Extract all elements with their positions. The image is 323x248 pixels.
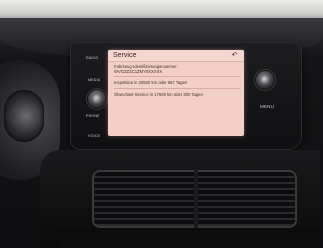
oil-change-service-text: Ölwechsel-Service in 17600 km oder 300 T… <box>114 91 203 97</box>
media-button[interactable]: MEDIA <box>88 78 100 82</box>
page-title: Service <box>113 51 137 59</box>
left-air-vent <box>4 90 44 142</box>
tune-knob-icon[interactable] <box>256 71 274 89</box>
vin-value: WVGZZZC1ZMY0XXXXX <box>114 69 163 75</box>
divider <box>114 76 240 78</box>
voice-button[interactable]: VOICE <box>88 134 100 138</box>
display-screen: Service ↶ Fahrzeug-Identifizierungsnumme… <box>108 50 244 136</box>
screen-header: Service ↶ <box>108 50 244 62</box>
service-info: Fahrzeug-Identifizierungsnummer: WVGZZZC… <box>114 64 240 97</box>
vent-divider <box>194 170 198 228</box>
back-arrow-icon[interactable]: ↶ <box>230 51 239 60</box>
volume-knob-icon[interactable] <box>88 90 106 108</box>
menu-button[interactable]: MENU <box>260 104 274 109</box>
center-console <box>60 228 320 248</box>
car-dashboard-photo: RADIO MEDIA PHONE VOICE MENU Service ↶ F… <box>0 0 323 248</box>
inspection-service-text: Inspektion in 29500 km oder 667 Tagen <box>114 80 188 86</box>
divider <box>114 87 240 89</box>
phone-button[interactable]: PHONE <box>86 114 100 118</box>
radio-button[interactable]: RADIO <box>86 56 98 60</box>
